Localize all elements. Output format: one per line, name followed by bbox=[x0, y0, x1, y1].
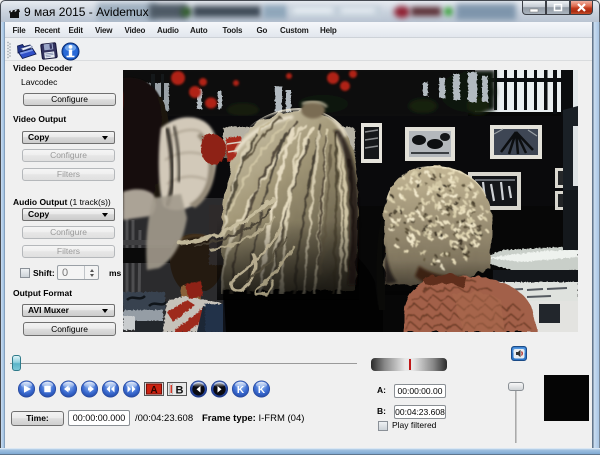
svg-text:A: A bbox=[150, 385, 157, 396]
svg-text:B: B bbox=[176, 385, 184, 397]
svg-text:K: K bbox=[237, 385, 245, 396]
svg-text:K: K bbox=[258, 385, 266, 396]
